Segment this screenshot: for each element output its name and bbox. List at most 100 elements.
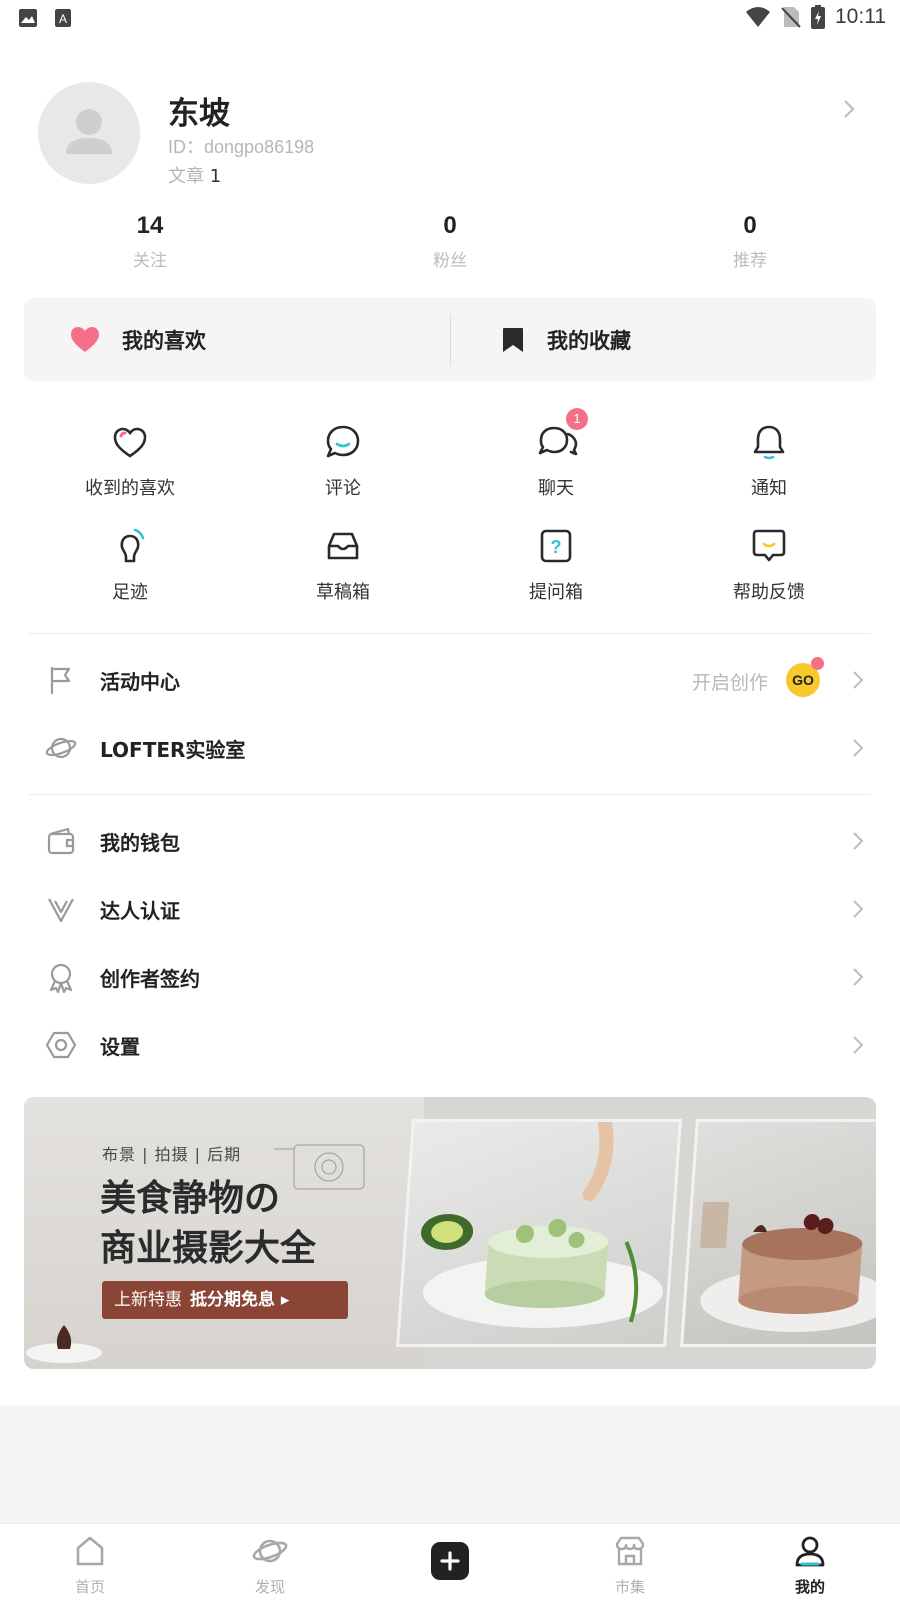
chevron-right-icon — [853, 1036, 864, 1054]
card-divider — [450, 314, 451, 366]
my-collections-button[interactable]: 我的收藏 — [501, 298, 631, 381]
home-icon — [76, 1536, 104, 1566]
nav-discover[interactable]: 发现 — [220, 1534, 320, 1597]
award-icon — [49, 963, 73, 993]
bookmark-icon — [503, 327, 523, 352]
menu-wallet[interactable]: 我的钱包 — [0, 811, 900, 871]
comment-icon — [323, 422, 363, 462]
grid-comments-label: 评论 — [325, 478, 361, 499]
menu-talent-verification[interactable]: 达人认证 — [0, 879, 900, 939]
avatar[interactable] — [38, 82, 140, 184]
article-count: 文章 1 — [168, 162, 221, 188]
feedback-icon — [749, 526, 789, 566]
grid-question-box-label: 提问箱 — [529, 582, 583, 603]
bell-icon — [749, 422, 789, 462]
chevron-right-icon — [853, 671, 864, 689]
grid-footprints[interactable]: 足迹 — [50, 526, 210, 604]
stat-fans-label: 粉丝 — [433, 251, 467, 271]
stat-fans[interactable]: 0 粉丝 — [390, 212, 510, 271]
divider — [29, 633, 871, 634]
draft-box-icon — [323, 526, 363, 566]
chat-icon: 1 — [536, 408, 588, 462]
grid-footprints-label: 足迹 — [112, 582, 148, 603]
cake-photo-1 — [396, 1119, 682, 1347]
grid-feedback-label: 帮助反馈 — [733, 582, 805, 603]
profile-header[interactable]: 东坡 ID：dongpo86198 文章 1 — [38, 82, 862, 192]
new-dot — [811, 657, 824, 670]
grid-comments[interactable]: 评论 — [263, 422, 423, 500]
banner-cta-bold: 抵分期免息 ▸ — [190, 1290, 290, 1310]
nav-me[interactable]: 我的 — [760, 1534, 860, 1597]
start-creating-text: 开启创作 — [691, 672, 768, 694]
stat-following-label: 关注 — [133, 251, 167, 271]
my-collections-label: 我的收藏 — [547, 328, 631, 353]
chocolate-dessert-icon — [26, 1325, 102, 1363]
cake-photo-2 — [680, 1119, 876, 1347]
menu-creator-contract[interactable]: 创作者签约 — [0, 947, 900, 1007]
discover-icon — [252, 1539, 288, 1563]
grid-received-likes-label: 收到的喜欢 — [85, 478, 175, 499]
grid-chat[interactable]: 1 聊天 — [476, 408, 636, 500]
market-icon — [615, 1536, 645, 1566]
menu-creator-contract-label: 创作者签约 — [100, 967, 200, 991]
grid-feedback[interactable]: 帮助反馈 — [689, 526, 849, 604]
svg-text:A: A — [59, 12, 67, 26]
stat-fans-count: 0 — [443, 212, 457, 239]
verified-icon — [48, 898, 74, 923]
grid-drafts[interactable]: 草稿箱 — [263, 526, 423, 604]
heart-filled-icon — [71, 326, 99, 352]
stat-following[interactable]: 14 关注 — [90, 212, 210, 271]
svg-text:?: ? — [551, 537, 562, 557]
grid-question-box[interactable]: ? 提问箱 — [476, 526, 636, 604]
stat-recommend[interactable]: 0 推荐 — [690, 212, 810, 271]
plus-icon — [440, 1551, 460, 1571]
menu-activity-center-label: 活动中心 — [100, 670, 180, 694]
banner-title-line1: 美食静物の — [100, 1177, 281, 1219]
chevron-right-icon[interactable] — [842, 98, 856, 120]
my-likes-button[interactable]: 我的喜欢 — [70, 298, 206, 381]
likes-collections-card: 我的喜欢 我的收藏 — [24, 298, 876, 381]
stat-recommend-label: 推荐 — [733, 251, 767, 271]
grid-received-likes[interactable]: 收到的喜欢 — [50, 422, 210, 500]
grid-drafts-label: 草稿箱 — [316, 582, 370, 603]
question-box-icon: ? — [536, 526, 576, 566]
chevron-right-icon — [853, 900, 864, 918]
menu-settings-label: 设置 — [100, 1035, 140, 1059]
promo-banner[interactable]: 布景 | 拍摄 | 后期 美食静物の 商业摄影大全 上新特惠 抵分期免息 ▸ — [24, 1097, 876, 1369]
nav-me-label: 我的 — [794, 1578, 825, 1596]
stats-row: 14 关注 0 粉丝 0 推荐 — [0, 212, 900, 272]
divider — [29, 794, 871, 795]
article-count-value: 1 — [209, 166, 222, 187]
planet-icon — [45, 737, 77, 759]
menu-lofter-lab-label: LOFTER实验室 — [100, 738, 246, 762]
banner-tags: 布景 | 拍摄 | 后期 — [102, 1145, 242, 1164]
grid-notifications[interactable]: 通知 — [689, 422, 849, 500]
image-notification-icon — [19, 9, 37, 27]
battery-icon — [811, 5, 825, 29]
default-avatar-icon — [66, 109, 112, 154]
my-likes-label: 我的喜欢 — [122, 328, 206, 353]
grid-chat-label: 聊天 — [538, 478, 574, 499]
nav-home-label: 首页 — [74, 1578, 105, 1596]
nav-market[interactable]: 市集 — [580, 1534, 680, 1597]
nav-market-label: 市集 — [614, 1578, 645, 1596]
banner-text-panel: 布景 | 拍摄 | 后期 美食静物の 商业摄影大全 上新特惠 抵分期免息 ▸ — [24, 1097, 424, 1369]
menu-lofter-lab[interactable]: LOFTER实验室 — [0, 718, 900, 778]
menu-talent-verification-label: 达人认证 — [100, 899, 180, 923]
user-id: ID：dongpo86198 — [168, 137, 315, 157]
stat-recommend-count: 0 — [743, 212, 757, 239]
heart-outline-icon — [110, 422, 150, 462]
banner-cta-button[interactable]: 上新特惠 抵分期免息 ▸ — [102, 1281, 348, 1319]
wifi-icon — [746, 7, 770, 27]
chevron-right-icon — [853, 968, 864, 986]
nav-discover-label: 发现 — [254, 1578, 285, 1596]
nav-home[interactable]: 首页 — [40, 1534, 140, 1597]
menu-activity-center[interactable]: 活动中心 开启创作 GO — [0, 650, 900, 710]
menu-settings[interactable]: 设置 — [0, 1015, 900, 1075]
chevron-right-icon — [853, 739, 864, 757]
create-post-button[interactable] — [431, 1542, 469, 1580]
stat-following-count: 14 — [136, 212, 164, 239]
article-count-label: 文章 — [168, 166, 204, 187]
bottom-nav: 首页 发现 市集 我的 — [0, 1523, 900, 1600]
clock: 10:11 — [835, 5, 886, 28]
